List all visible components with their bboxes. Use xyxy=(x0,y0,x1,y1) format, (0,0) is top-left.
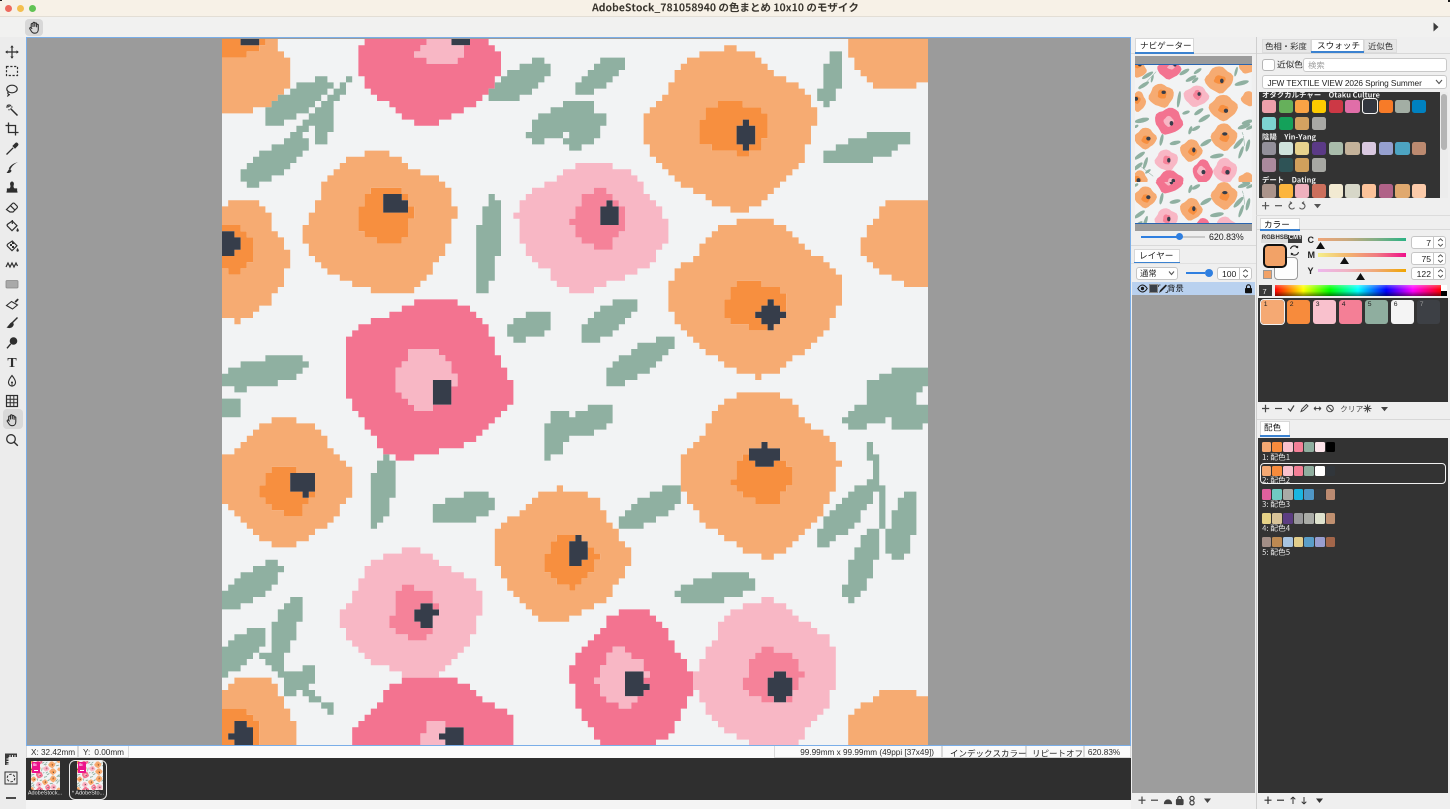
svg-text:T: T xyxy=(7,356,17,369)
